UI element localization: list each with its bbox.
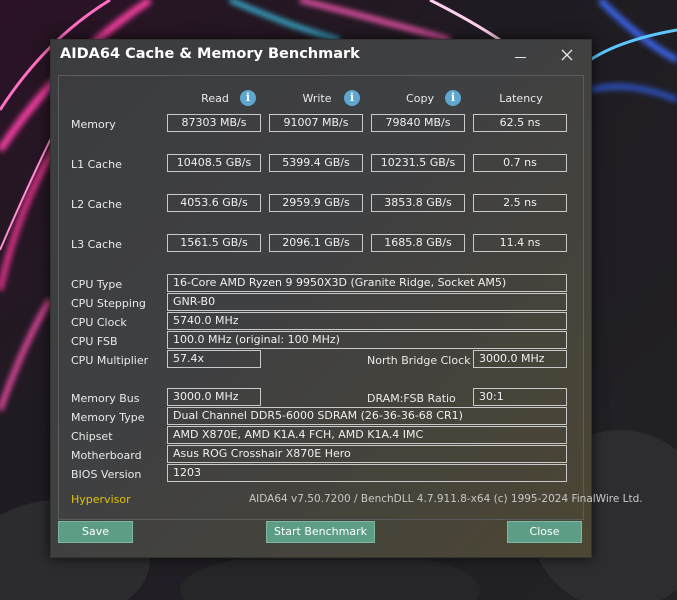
- l3-read-value: 1561.5 GB/s: [167, 234, 261, 252]
- l2-copy-value: 3853.8 GB/s: [371, 194, 465, 212]
- info-icon[interactable]: i: [445, 90, 461, 106]
- column-header-write: Write: [302, 92, 332, 105]
- cpu-multiplier-value: 57.4x: [167, 350, 261, 368]
- l1-read-value: 10408.5 GB/s: [167, 154, 261, 172]
- chipset-label: Chipset: [71, 430, 113, 443]
- cpu-fsb-label: CPU FSB: [71, 335, 118, 348]
- l1-latency-value: 0.7 ns: [473, 154, 567, 172]
- motherboard-label: Motherboard: [71, 449, 142, 462]
- close-icon: [561, 49, 573, 61]
- info-icon[interactable]: i: [240, 90, 256, 106]
- cpu-stepping-value: GNR-B0: [167, 293, 567, 311]
- cpu-clock-label: CPU Clock: [71, 316, 127, 329]
- column-header-copy: Copy: [406, 92, 434, 105]
- l2-latency-value: 2.5 ns: [473, 194, 567, 212]
- column-header-latency: Latency: [499, 92, 543, 105]
- north-bridge-clock-label: North Bridge Clock: [367, 354, 471, 367]
- l3-write-value: 2096.1 GB/s: [269, 234, 363, 252]
- memory-latency-value: 62.5 ns: [473, 114, 567, 132]
- start-benchmark-button[interactable]: Start Benchmark: [266, 521, 375, 543]
- cpu-multiplier-label: CPU Multiplier: [71, 354, 149, 367]
- minimize-button[interactable]: [506, 43, 534, 69]
- row-label-l1-cache: L1 Cache: [71, 158, 122, 171]
- cpu-stepping-label: CPU Stepping: [71, 297, 146, 310]
- memory-copy-value: 79840 MB/s: [371, 114, 465, 132]
- column-header-read: Read: [201, 92, 229, 105]
- cpu-type-label: CPU Type: [71, 278, 123, 291]
- north-bridge-clock-value: 3000.0 MHz: [473, 350, 567, 368]
- save-button[interactable]: Save: [58, 521, 133, 543]
- row-label-l2-cache: L2 Cache: [71, 198, 122, 211]
- info-icon[interactable]: i: [344, 90, 360, 106]
- cpu-type-value: 16-Core AMD Ryzen 9 9950X3D (Granite Rid…: [167, 274, 567, 292]
- dram-fsb-ratio-label: DRAM:FSB Ratio: [367, 392, 456, 405]
- chipset-value: AMD X870E, AMD K1A.4 FCH, AMD K1A.4 IMC: [167, 426, 567, 444]
- minimize-icon: [514, 57, 526, 58]
- close-window-button[interactable]: [553, 43, 581, 69]
- l1-write-value: 5399.4 GB/s: [269, 154, 363, 172]
- bios-version-value: 1203: [167, 464, 567, 482]
- memory-type-label: Memory Type: [71, 411, 145, 424]
- memory-write-value: 91007 MB/s: [269, 114, 363, 132]
- hypervisor-label: Hypervisor: [71, 493, 131, 506]
- row-label-l3-cache: L3 Cache: [71, 238, 122, 251]
- l3-copy-value: 1685.8 GB/s: [371, 234, 465, 252]
- title-bar[interactable]: AIDA64 Cache & Memory Benchmark: [51, 40, 591, 72]
- memory-bus-value: 3000.0 MHz: [167, 388, 261, 406]
- version-text: AIDA64 v7.50.7200 / BenchDLL 4.7.911.8-x…: [249, 493, 643, 505]
- benchmark-window: AIDA64 Cache & Memory Benchmark Read i W…: [50, 39, 643, 558]
- memory-type-value: Dual Channel DDR5-6000 SDRAM (26-36-36-6…: [167, 407, 567, 425]
- bios-version-label: BIOS Version: [71, 468, 142, 481]
- motherboard-value: Asus ROG Crosshair X870E Hero: [167, 445, 567, 463]
- l1-copy-value: 10231.5 GB/s: [371, 154, 465, 172]
- memory-bus-label: Memory Bus: [71, 392, 140, 405]
- window-title: AIDA64 Cache & Memory Benchmark: [60, 46, 360, 62]
- row-label-memory: Memory: [71, 118, 116, 131]
- cpu-clock-value: 5740.0 MHz: [167, 312, 567, 330]
- l2-write-value: 2959.9 GB/s: [269, 194, 363, 212]
- cpu-fsb-value: 100.0 MHz (original: 100 MHz): [167, 331, 567, 349]
- l2-read-value: 4053.6 GB/s: [167, 194, 261, 212]
- dram-fsb-ratio-value: 30:1: [473, 388, 567, 406]
- memory-read-value: 87303 MB/s: [167, 114, 261, 132]
- close-button[interactable]: Close: [507, 521, 582, 543]
- l3-latency-value: 11.4 ns: [473, 234, 567, 252]
